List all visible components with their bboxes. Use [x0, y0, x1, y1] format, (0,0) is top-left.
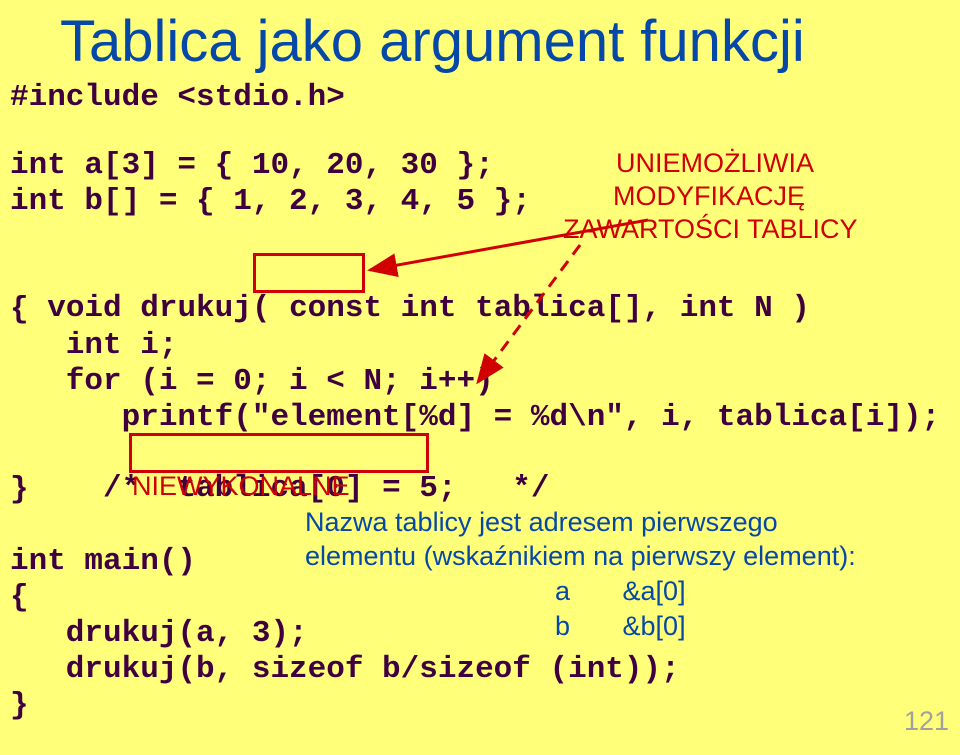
box-tablica-assign [129, 433, 429, 473]
note-line-2: elementu (wskaźnikiem na pierwszy elemen… [305, 540, 856, 574]
code-array-b: int b[] = { 1, 2, 3, 4, 5 }; [10, 184, 531, 219]
code-close-brace-2: } [10, 688, 29, 723]
note-line-1: Nazwa tablicy jest adresem pierwszego [305, 506, 778, 540]
code-drukuj-call-2: drukuj(b, sizeof b/sizeof (int)); [10, 652, 680, 687]
code-printf: printf("element[%d] = %d\n", i, tablica[… [10, 400, 940, 435]
code-for-loop: for (i = 0; i < N; i++) [10, 364, 494, 399]
box-const [253, 253, 365, 293]
annotation-uniemozliwia-l1: UNIEMOŻLIWIA [616, 147, 814, 179]
code-drukuj-call-1: drukuj(a, 3); [10, 616, 308, 651]
annotation-uniemozliwia-l3: ZAWARTOŚCI TABLICY [563, 213, 858, 245]
page-number: 121 [904, 706, 949, 737]
code-open-brace-1: { [10, 292, 29, 327]
note-line-3: a &a[0] [555, 575, 686, 609]
code-array-a: int a[3] = { 10, 20, 30 }; [10, 148, 494, 183]
code-open-brace-2: { [10, 580, 29, 615]
code-main-decl: int main() [10, 544, 196, 579]
note-line-4: b &b[0] [555, 610, 686, 644]
code-drukuj-prefix: void drukuj( [47, 291, 289, 326]
code-include: #include <stdio.h> [10, 80, 345, 115]
annotation-uniemozliwia-l2: MODYFIKACJĘ [613, 180, 805, 212]
code-const-keyword: const [289, 291, 382, 326]
code-close-brace-1: } [10, 472, 29, 507]
code-drukuj-decl: void drukuj( const int tablica[], int N … [10, 256, 810, 326]
code-comment-close: */ [457, 471, 550, 506]
code-drukuj-suffix: int tablica[], int N ) [382, 291, 810, 326]
code-int-i: int i; [10, 328, 177, 363]
slide-title: Tablica jako argument funkcji [60, 8, 805, 75]
annotation-niewykonalne: NIEWYKONALNE [132, 470, 350, 502]
